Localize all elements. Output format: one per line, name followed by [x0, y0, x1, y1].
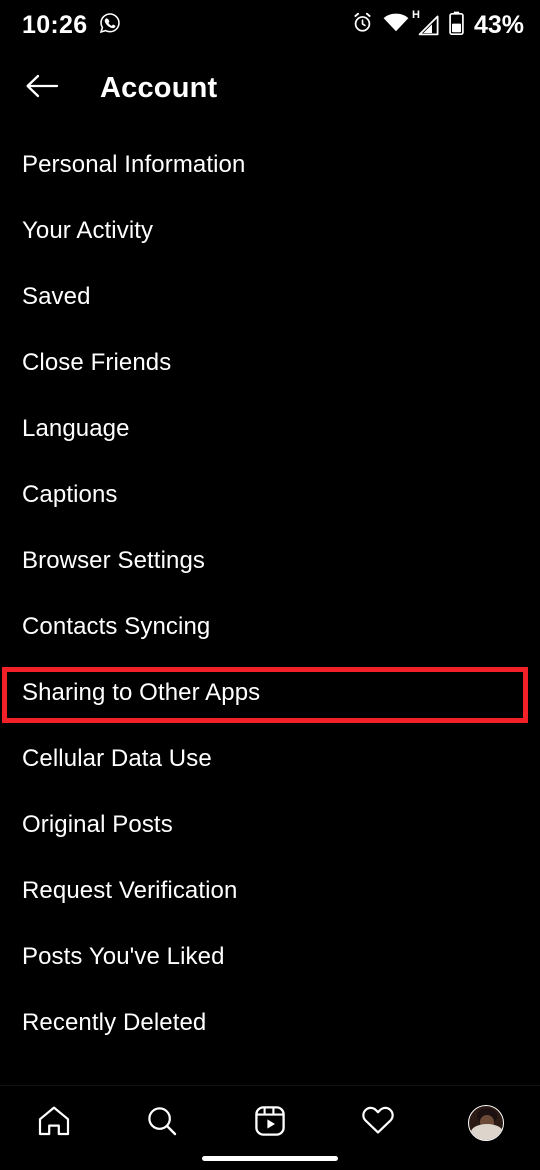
nav-item-home[interactable] — [19, 1100, 89, 1146]
status-bar-left: 10:26 — [22, 11, 121, 40]
network-type-label: H — [411, 8, 420, 21]
list-item-cellular-data-use[interactable]: Cellular Data Use — [0, 726, 540, 792]
list-item-request-verification[interactable]: Request Verification — [0, 858, 540, 924]
list-item-label: Recently Deleted — [22, 1009, 207, 1036]
list-item-saved[interactable]: Saved — [0, 264, 540, 330]
heart-icon — [361, 1105, 395, 1141]
list-item-label: Request Verification — [22, 877, 238, 904]
alarm-clock-icon — [351, 11, 374, 39]
nav-item-search[interactable] — [127, 1100, 197, 1146]
settings-list[interactable]: Personal Information Your Activity Saved… — [0, 132, 540, 1072]
list-item-label: Cellular Data Use — [22, 745, 212, 772]
back-button[interactable] — [22, 68, 62, 108]
app-screen: 10:26 H 43% Account Personal Information… — [0, 0, 540, 1170]
list-item-personal-information[interactable]: Personal Information — [0, 132, 540, 198]
list-item-label: Posts You've Liked — [22, 943, 225, 970]
list-item-label: Captions — [22, 481, 118, 508]
avatar-body — [471, 1124, 503, 1140]
list-item-label: Original Posts — [22, 811, 173, 838]
list-item-label: Close Friends — [22, 349, 172, 376]
battery-percentage: 43% — [473, 10, 524, 39]
nav-item-activity[interactable] — [343, 1100, 413, 1146]
status-bar-right: H 43% — [351, 9, 524, 40]
whatsapp-icon — [99, 12, 121, 39]
cellular-signal-icon: H — [412, 9, 440, 36]
back-arrow-icon — [25, 72, 59, 105]
app-header: Account — [0, 50, 540, 126]
list-item-captions[interactable]: Captions — [0, 462, 540, 528]
list-item-close-friends[interactable]: Close Friends — [0, 330, 540, 396]
battery-icon — [449, 11, 464, 40]
list-item-contacts-syncing[interactable]: Contacts Syncing — [0, 594, 540, 660]
profile-avatar[interactable] — [468, 1105, 504, 1141]
list-item-label: Personal Information — [22, 151, 246, 178]
list-item-label: Your Activity — [22, 217, 154, 244]
list-item-label: Sharing to Other Apps — [22, 679, 261, 706]
list-item-label: Contacts Syncing — [22, 613, 211, 640]
list-item-label: Language — [22, 415, 130, 442]
list-item-your-activity[interactable]: Your Activity — [0, 198, 540, 264]
list-item-browser-settings[interactable]: Browser Settings — [0, 528, 540, 594]
search-icon — [146, 1105, 178, 1142]
wifi-icon — [383, 13, 409, 38]
nav-item-profile[interactable] — [451, 1100, 521, 1146]
home-icon — [37, 1105, 71, 1142]
list-item-language[interactable]: Language — [0, 396, 540, 462]
home-indicator[interactable] — [202, 1156, 338, 1161]
nav-item-reels[interactable] — [235, 1100, 305, 1146]
page-title: Account — [100, 71, 218, 104]
list-item-recently-deleted[interactable]: Recently Deleted — [0, 990, 540, 1056]
list-item-label: Browser Settings — [22, 547, 206, 574]
status-bar: 10:26 H 43% — [0, 0, 540, 50]
list-item-original-posts[interactable]: Original Posts — [0, 792, 540, 858]
list-item-sharing-to-other-apps[interactable]: Sharing to Other Apps — [0, 660, 540, 726]
bottom-nav-bar — [0, 1085, 540, 1170]
list-item-posts-youve-liked[interactable]: Posts You've Liked — [0, 924, 540, 990]
reels-icon — [254, 1105, 286, 1142]
list-item-download-account-data[interactable]: Download Account Data — [0, 1056, 540, 1072]
status-clock: 10:26 — [22, 10, 88, 39]
list-item-label: Saved — [22, 283, 91, 310]
